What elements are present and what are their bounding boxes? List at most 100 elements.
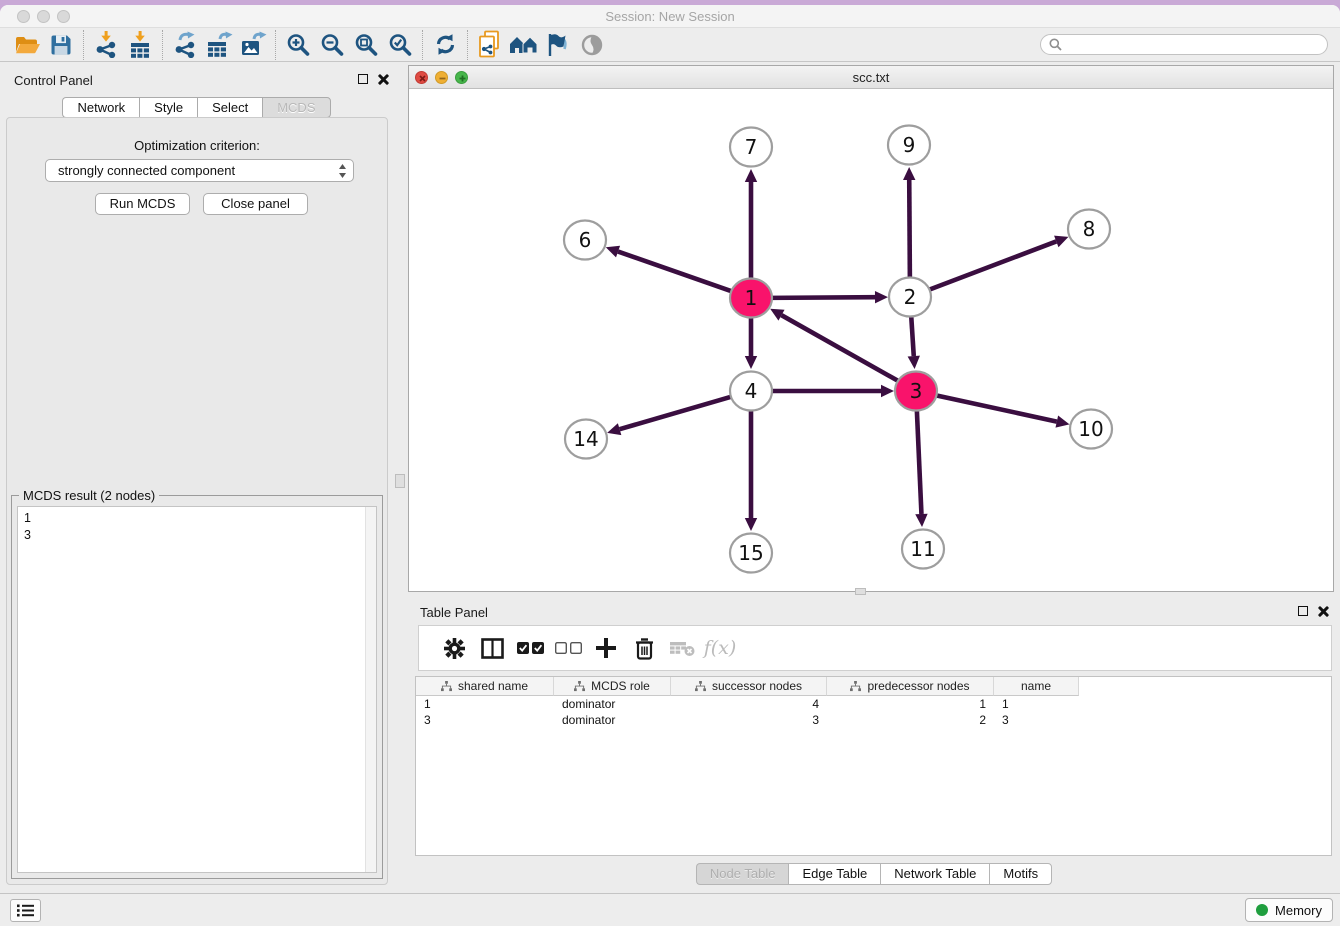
tab-select[interactable]: Select <box>197 97 262 118</box>
delete-column-icon[interactable] <box>625 630 663 666</box>
control-panel-tabs: Network Style Select MCDS <box>0 97 393 118</box>
control-panel: Control Panel Network Style Select MCDS … <box>0 62 393 893</box>
edge-2-3[interactable] <box>911 317 913 356</box>
node-9[interactable]: 9 <box>888 126 930 165</box>
toolbar-separator <box>275 30 276 60</box>
table-settings-icon[interactable] <box>435 630 473 666</box>
edge-arrow-icon <box>881 385 894 397</box>
import-network-icon[interactable] <box>89 30 123 60</box>
node-6[interactable]: 6 <box>564 221 606 260</box>
network-canvas[interactable]: 7 9 6 8 1 2 4 3 14 10 15 11 <box>409 89 1333 591</box>
save-session-icon[interactable] <box>44 30 78 60</box>
column-header-predecessor-nodes[interactable]: predecessor nodes <box>827 677 994 696</box>
deselect-all-columns-icon[interactable] <box>549 630 587 666</box>
hide-selected-icon[interactable] <box>541 30 575 60</box>
node-2[interactable]: 2 <box>889 278 931 317</box>
edge-4-14[interactable] <box>620 397 732 430</box>
horizontal-splitter-handle[interactable] <box>855 588 866 595</box>
column-header-shared-name[interactable]: shared name <box>416 677 554 696</box>
node-10[interactable]: 10 <box>1070 410 1112 449</box>
zoom-selected-icon[interactable] <box>383 30 417 60</box>
optimization-criterion-select[interactable]: strongly connected component <box>45 159 354 182</box>
node-15[interactable]: 15 <box>730 534 772 573</box>
open-session-icon[interactable] <box>10 30 44 60</box>
edge-2-9[interactable] <box>909 180 910 277</box>
node-14[interactable]: 14 <box>565 420 607 459</box>
tab-mcds[interactable]: MCDS <box>262 97 330 118</box>
import-table-icon[interactable] <box>123 30 157 60</box>
table-panel-title: Table Panel <box>420 605 488 620</box>
zoom-in-icon[interactable] <box>281 30 315 60</box>
export-network-icon[interactable] <box>168 30 202 60</box>
close-panel-button[interactable]: Close panel <box>203 193 308 215</box>
list-icon <box>17 904 34 917</box>
node-table[interactable]: shared name MCDS role successor nodes pr… <box>415 676 1332 856</box>
tab-motifs[interactable]: Motifs <box>989 863 1052 885</box>
titlebar: Session: New Session <box>0 5 1340 28</box>
float-table-panel-icon[interactable] <box>1298 606 1308 616</box>
zoom-out-icon[interactable] <box>315 30 349 60</box>
tab-network[interactable]: Network <box>62 97 139 118</box>
refresh-icon[interactable] <box>428 30 462 60</box>
node-3[interactable]: 3 <box>895 372 937 411</box>
tab-style[interactable]: Style <box>139 97 197 118</box>
search-input[interactable] <box>1067 38 1319 52</box>
show-all-icon[interactable] <box>575 30 609 60</box>
edge-2-8[interactable] <box>929 241 1057 289</box>
column-type-icon <box>695 681 706 692</box>
network-window-titlebar[interactable]: scc.txt <box>409 66 1333 89</box>
edge-3-11[interactable] <box>917 411 922 514</box>
edge-1-2[interactable] <box>771 297 875 298</box>
select-all-columns-icon[interactable] <box>511 630 549 666</box>
table-row[interactable]: 3 dominator 3 2 3 <box>416 712 1331 728</box>
optimization-criterion-label: Optimization criterion: <box>7 138 387 153</box>
optimization-criterion-value: strongly connected component <box>58 163 338 178</box>
edge-arrow-icon <box>903 167 915 180</box>
function-builder-icon[interactable]: f(x) <box>701 630 739 666</box>
delete-table-icon[interactable] <box>663 630 701 666</box>
edge-1-6[interactable] <box>618 252 732 292</box>
memory-button[interactable]: Memory <box>1245 898 1333 922</box>
mcds-result-area[interactable]: 1 3 <box>17 506 377 873</box>
column-header-successor-nodes[interactable]: successor nodes <box>671 677 827 696</box>
tab-network-table[interactable]: Network Table <box>880 863 989 885</box>
column-visibility-icon[interactable] <box>473 630 511 666</box>
column-header-mcds-role[interactable]: MCDS role <box>554 677 671 696</box>
first-neighbors-icon[interactable] <box>507 30 541 60</box>
zoom-fit-icon[interactable] <box>349 30 383 60</box>
node-4[interactable]: 4 <box>730 372 772 411</box>
search-box[interactable] <box>1040 34 1328 55</box>
result-scrollbar[interactable] <box>365 507 376 872</box>
edge-3-10[interactable] <box>936 395 1057 421</box>
node-8[interactable]: 8 <box>1068 210 1110 249</box>
column-header-name[interactable]: name <box>994 677 1079 696</box>
edge-arrow-icon <box>745 356 757 369</box>
node-11[interactable]: 11 <box>902 530 944 569</box>
edge-arrow-icon <box>908 356 920 369</box>
add-column-icon[interactable] <box>587 630 625 666</box>
vertical-splitter-handle[interactable] <box>395 474 405 488</box>
close-table-panel-icon[interactable] <box>1317 606 1328 617</box>
show-panels-button[interactable] <box>10 899 41 922</box>
export-table-icon[interactable] <box>202 30 236 60</box>
clone-network-icon[interactable] <box>473 30 507 60</box>
edge-arrow-icon <box>606 246 620 258</box>
node-1[interactable]: 1 <box>730 279 772 318</box>
float-panel-icon[interactable] <box>358 74 368 84</box>
node-label: 1 <box>745 286 758 310</box>
table-row[interactable]: 1 dominator 4 1 1 <box>416 696 1331 712</box>
toolbar-separator <box>162 30 163 60</box>
window-title: Session: New Session <box>0 9 1340 24</box>
node-7[interactable]: 7 <box>730 128 772 167</box>
node-label: 8 <box>1083 217 1096 241</box>
tab-edge-table[interactable]: Edge Table <box>788 863 880 885</box>
tab-node-table[interactable]: Node Table <box>696 863 789 885</box>
close-panel-icon[interactable] <box>377 74 388 85</box>
edge-3-1[interactable] <box>781 315 898 381</box>
run-mcds-button[interactable]: Run MCDS <box>95 193 190 215</box>
table-panel: Table Panel <box>408 595 1340 893</box>
export-image-icon[interactable] <box>236 30 270 60</box>
memory-label: Memory <box>1275 903 1322 918</box>
edge-arrow-icon <box>745 169 757 182</box>
table-header-row: shared name MCDS role successor nodes pr… <box>416 677 1331 696</box>
